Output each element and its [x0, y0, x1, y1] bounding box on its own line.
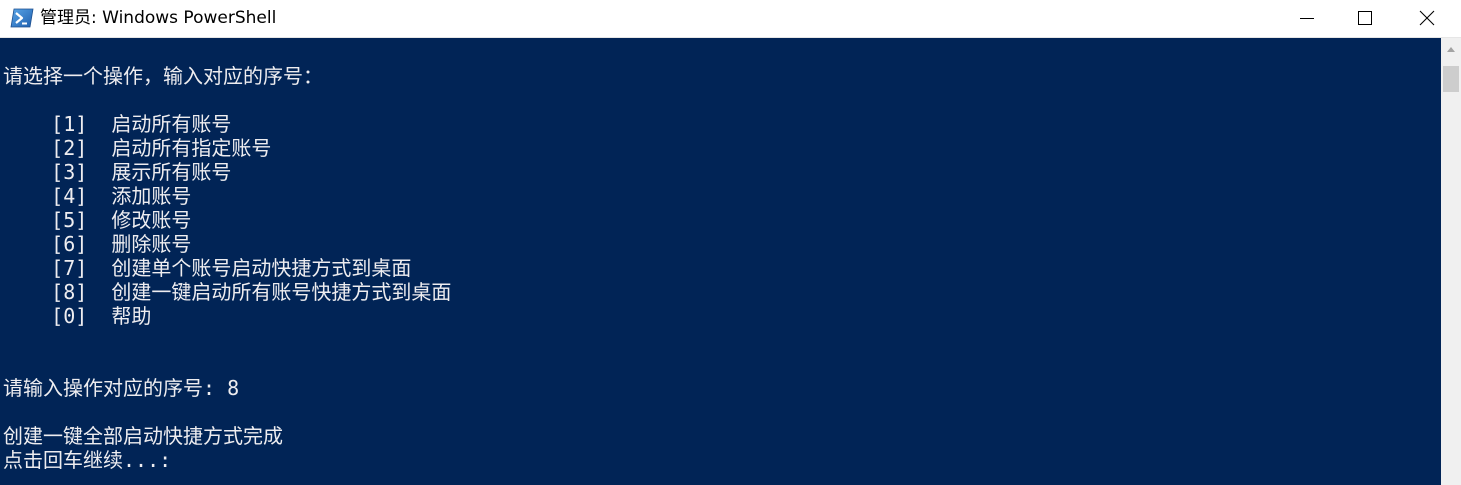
- menu-item-0: [0] 帮助: [3, 304, 152, 328]
- menu-item-2: [2] 启动所有指定账号: [3, 136, 272, 160]
- scroll-up-button[interactable]: [1441, 38, 1461, 62]
- menu-item-7: [7] 创建单个账号启动快捷方式到桌面: [3, 256, 412, 280]
- console-line: 请选择一个操作，输入对应的序号：: [3, 64, 323, 88]
- console-lines: 请选择一个操作，输入对应的序号： [1] 启动所有账号 [2] 启动所有指定账号…: [3, 64, 451, 472]
- maximize-button[interactable]: [1336, 0, 1394, 36]
- menu-item-8: [8] 创建一键启动所有账号快捷方式到桌面: [3, 280, 452, 304]
- input-prompt-line: 请输入操作对应的序号: 8: [3, 376, 240, 400]
- console-output[interactable]: 请选择一个操作，输入对应的序号： [1] 启动所有账号 [2] 启动所有指定账号…: [0, 38, 1441, 485]
- menu-item-6: [6] 删除账号: [3, 232, 192, 256]
- powershell-window: 管理员: Windows PowerShell 请选择一个操作，输入对应的序号：…: [0, 0, 1461, 485]
- menu-item-3: [3] 展示所有账号: [3, 160, 232, 184]
- continue-prompt: 点击回车继续...:: [3, 448, 172, 472]
- minimize-button[interactable]: [1278, 0, 1336, 36]
- vertical-scrollbar[interactable]: [1441, 38, 1461, 485]
- window-title: 管理员: Windows PowerShell: [40, 8, 277, 28]
- menu-item-1: [1] 启动所有账号: [3, 112, 232, 136]
- maximize-icon: [1358, 11, 1372, 25]
- scroll-up-arrow-icon: [1447, 47, 1455, 52]
- close-icon: [1419, 10, 1435, 26]
- title-bar[interactable]: 管理员: Windows PowerShell: [0, 0, 1461, 38]
- minimize-icon: [1300, 18, 1314, 19]
- close-button[interactable]: [1398, 0, 1456, 36]
- powershell-icon[interactable]: [10, 8, 34, 28]
- menu-item-4: [4] 添加账号: [3, 184, 192, 208]
- menu-item-5: [5] 修改账号: [3, 208, 192, 232]
- result-message: 创建一键全部启动快捷方式完成: [3, 424, 283, 448]
- scroll-thumb[interactable]: [1443, 66, 1459, 92]
